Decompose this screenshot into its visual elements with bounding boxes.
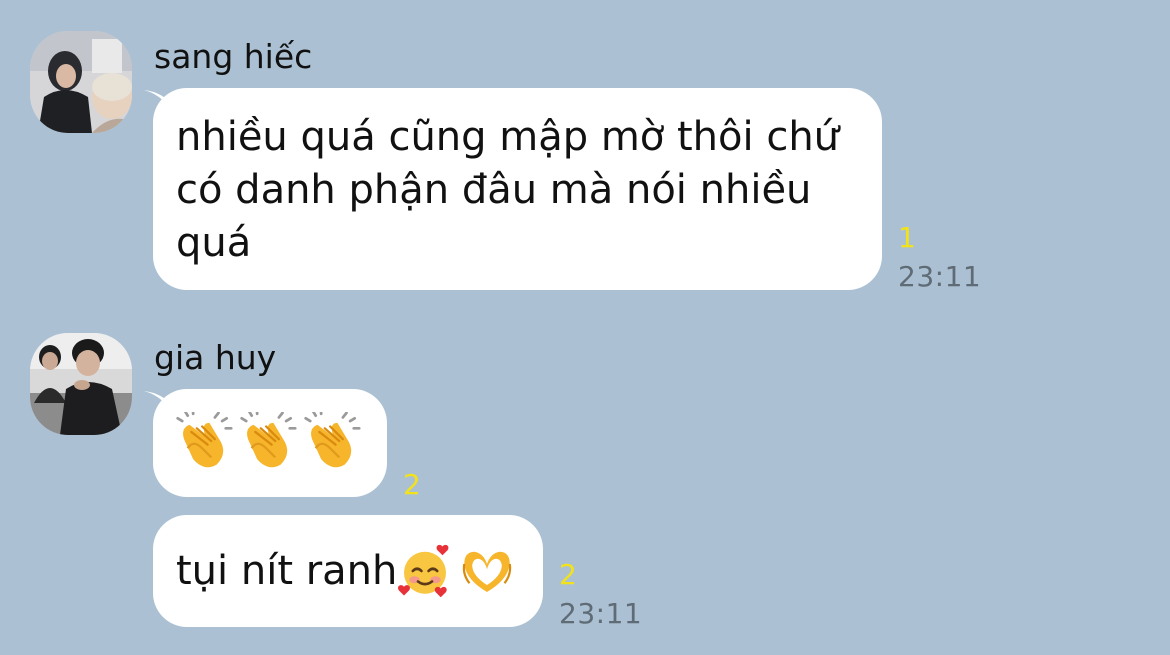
message-bubble[interactable]: tụi nít ranh bbox=[153, 515, 543, 627]
message-text: tụi nít ranh bbox=[176, 548, 398, 594]
sender-name: gia huy bbox=[154, 338, 277, 377]
read-count: 1 bbox=[898, 221, 916, 254]
emoji-row bbox=[175, 412, 387, 470]
message-bubble[interactable] bbox=[153, 389, 387, 497]
message-bubble[interactable]: nhiều quá cũng mập mờ thôi chứ có danh p… bbox=[153, 88, 882, 290]
clapping-hands-emoji-icon bbox=[304, 412, 361, 468]
message-text: nhiều quá cũng mập mờ thôi chứ có danh p… bbox=[176, 114, 840, 266]
clapping-hands-emoji-icon bbox=[240, 412, 297, 468]
message-timestamp: 23:11 bbox=[559, 597, 643, 630]
message-timestamp: 23:11 bbox=[898, 260, 982, 293]
read-count: 2 bbox=[403, 468, 421, 501]
heart-hands-emoji-icon bbox=[463, 551, 512, 592]
clapping-hands-emoji-icon bbox=[176, 412, 233, 468]
smiling-face-with-hearts-emoji-icon bbox=[398, 544, 449, 598]
sender-name: sang hiếc bbox=[154, 37, 313, 76]
avatar-gia-huy[interactable] bbox=[30, 333, 132, 435]
read-count: 2 bbox=[559, 558, 577, 591]
avatar-photo bbox=[30, 333, 132, 435]
avatar-sang-hiec[interactable] bbox=[30, 31, 132, 133]
avatar-photo bbox=[30, 31, 132, 133]
